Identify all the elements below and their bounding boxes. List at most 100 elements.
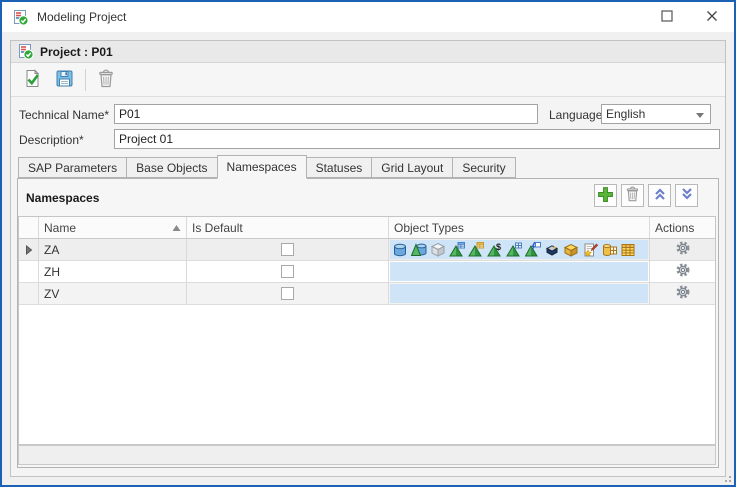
is-default-cell <box>187 239 389 260</box>
gear-icon <box>675 240 691 259</box>
tab-base-objects[interactable]: Base Objects <box>126 157 217 178</box>
tab-strip: SAP ParametersBase ObjectsNamespacesStat… <box>18 155 515 178</box>
close-icon <box>706 10 718 25</box>
trash-icon <box>97 69 115 91</box>
close-button[interactable] <box>689 2 734 32</box>
is-default-checkbox[interactable] <box>281 287 294 300</box>
is-default-checkbox[interactable] <box>281 265 294 278</box>
header-indicator <box>19 217 39 238</box>
namespace-name-cell[interactable]: ZV <box>39 283 187 304</box>
tab-sap-parameters[interactable]: SAP Parameters <box>18 157 127 178</box>
stack-navy-icon[interactable] <box>544 242 560 258</box>
gold-box-icon[interactable] <box>563 242 579 258</box>
cube-icon[interactable] <box>430 242 446 258</box>
description-label: Description* <box>19 133 84 147</box>
actions-cell <box>650 239 715 260</box>
is-default-cell <box>187 261 389 282</box>
technical-name-input[interactable] <box>114 104 538 124</box>
gold-cylinder-icon[interactable] <box>601 242 617 258</box>
technical-name-label: Technical Name* <box>19 108 109 122</box>
namespaces-tab-content: Namespaces Name Is Default Object Types <box>17 178 719 468</box>
toolbar <box>11 63 725 97</box>
row-indicator-cell <box>19 261 39 282</box>
is-default-cell <box>187 283 389 304</box>
actions-cell <box>650 261 715 282</box>
plus-icon <box>597 186 614 206</box>
project-icon <box>17 43 34 60</box>
header-name[interactable]: Name <box>39 217 187 238</box>
toolbar-separator <box>85 69 86 91</box>
table-row[interactable]: ZA $ <box>19 239 715 261</box>
gear-icon <box>675 284 691 303</box>
delete-button[interactable] <box>621 184 644 207</box>
double-chevron-up-icon <box>653 187 667 204</box>
actions-cell <box>650 283 715 304</box>
page-edit-icon[interactable] <box>582 242 598 258</box>
row-actions-button[interactable] <box>675 240 691 259</box>
form-area: Technical Name* Language* English Descri… <box>11 97 725 153</box>
gold-table-icon[interactable] <box>620 242 636 258</box>
database-cylinder-icon[interactable] <box>392 242 408 258</box>
move-down-button[interactable] <box>675 184 698 207</box>
resize-grip[interactable] <box>721 472 731 482</box>
object-types-cell[interactable]: $ <box>389 239 650 260</box>
project-header-bar: Project : P01 <box>11 41 725 63</box>
window-title: Modeling Project <box>37 10 126 24</box>
namespace-name-cell[interactable]: ZH <box>39 261 187 282</box>
header-is-default[interactable]: Is Default <box>187 217 389 238</box>
object-types-area[interactable]: $ <box>390 240 648 259</box>
language-select[interactable]: English <box>601 104 711 124</box>
table-header-row: Name Is Default Object Types Actions <box>19 217 715 239</box>
namespaces-panel-title: Namespaces <box>26 191 99 205</box>
maximize-button[interactable] <box>644 2 689 32</box>
row-actions-button[interactable] <box>675 262 691 281</box>
namespaces-actions <box>594 184 698 207</box>
modeling-project-window: Modeling Project Project : P01 Technical… <box>0 0 736 487</box>
gear-icon <box>675 262 691 281</box>
delete-button[interactable] <box>92 66 119 93</box>
titlebar: Modeling Project <box>2 2 734 32</box>
trash-small-icon <box>625 186 640 205</box>
row-actions-button[interactable] <box>675 284 691 303</box>
tab-statuses[interactable]: Statuses <box>306 157 373 178</box>
status-strip <box>18 445 716 465</box>
save-button[interactable] <box>51 66 78 93</box>
project-group-panel: Project : P01 Technical Name* Language* … <box>10 40 726 477</box>
row-indicator-cell <box>19 239 39 260</box>
validate-button[interactable] <box>19 66 46 93</box>
sort-ascending-icon <box>172 221 181 235</box>
namespace-name-cell[interactable]: ZA <box>39 239 187 260</box>
description-input[interactable] <box>114 129 720 149</box>
table-row[interactable]: ZV <box>19 283 715 305</box>
header-actions: Actions <box>650 217 715 238</box>
floppy-icon <box>55 69 74 91</box>
pyramid-grid-blue2-icon[interactable] <box>506 242 522 258</box>
object-types-cell[interactable] <box>389 283 650 304</box>
current-row-arrow-icon <box>25 245 33 255</box>
language-value: English <box>606 107 645 121</box>
is-default-checkbox[interactable] <box>281 243 294 256</box>
pyramid-currency-icon[interactable]: $ <box>487 242 503 258</box>
pyramid-grid-gold-icon[interactable] <box>468 242 484 258</box>
row-indicator-cell <box>19 283 39 304</box>
doc-check-icon <box>23 69 42 91</box>
namespaces-table: Name Is Default Object Types Actions ZA $… <box>18 216 716 445</box>
header-object-types[interactable]: Object Types <box>389 217 650 238</box>
add-button[interactable] <box>594 184 617 207</box>
double-chevron-down-icon <box>680 187 694 204</box>
object-types-area[interactable] <box>390 262 648 281</box>
window-controls <box>644 2 734 32</box>
dimension-cylinder-icon[interactable] <box>411 242 427 258</box>
pyramid-grid-blue-icon[interactable] <box>449 242 465 258</box>
tab-namespaces[interactable]: Namespaces <box>217 155 307 179</box>
pyramid-function-icon[interactable] <box>525 242 541 258</box>
object-types-cell[interactable] <box>389 261 650 282</box>
tab-security[interactable]: Security <box>452 157 515 178</box>
maximize-icon <box>661 10 673 25</box>
tab-grid-layout[interactable]: Grid Layout <box>371 157 453 178</box>
svg-text:$: $ <box>496 242 501 252</box>
move-up-button[interactable] <box>648 184 671 207</box>
project-header-title: Project : P01 <box>40 45 113 59</box>
table-row[interactable]: ZH <box>19 261 715 283</box>
object-types-area[interactable] <box>390 284 648 303</box>
